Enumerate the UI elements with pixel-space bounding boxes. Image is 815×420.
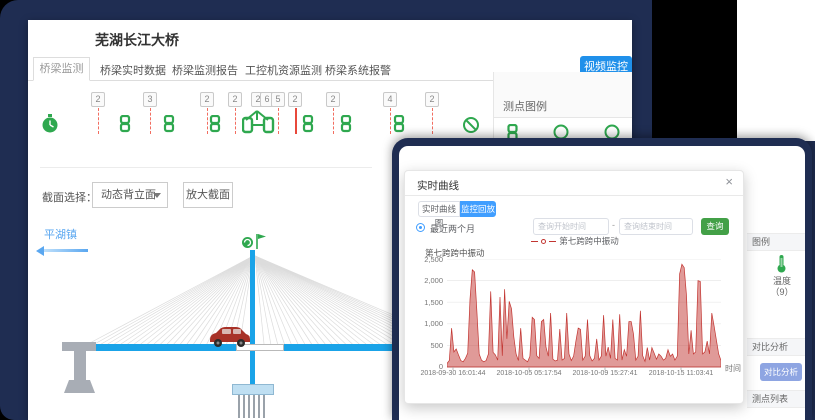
gps-icon[interactable] [241, 236, 254, 249]
sensor-drop-line [295, 108, 297, 134]
sensor-count-badge[interactable]: 2 [425, 92, 439, 107]
tab-ipc-resource-monitoring[interactable]: 工控机资源监测 [245, 62, 322, 78]
bridge-abutment [62, 340, 98, 396]
bridge-joint-icon[interactable] [242, 108, 276, 134]
compare-analysis-button[interactable]: 对比分析 [760, 363, 802, 381]
black-screen-region [652, 0, 737, 141]
chart-legend[interactable]: 第七跨跨中振动 [405, 235, 745, 247]
tab-bridge-monitoring[interactable]: 桥梁监测 [33, 57, 90, 81]
legend-circle-icon [541, 239, 546, 244]
sensor-drop-line [333, 108, 334, 134]
section-select[interactable]: 动态背立面 [92, 182, 168, 208]
sensor-drop-line [150, 108, 151, 134]
query-button[interactable]: 查询 [701, 218, 729, 235]
divider [40, 167, 372, 168]
legend-label: 第七跨跨中振动 [559, 235, 619, 247]
chain-link-icon[interactable] [302, 115, 314, 133]
sensor-count-badge[interactable]: 3 [143, 92, 157, 107]
background-window-fragment [737, 0, 815, 141]
pylon-piles [237, 395, 269, 418]
tab-bridge-system-alarm[interactable]: 桥梁系统报警 [325, 62, 391, 78]
y-tick-label: 2,500 [405, 255, 443, 264]
chain-link-icon[interactable] [163, 115, 175, 133]
sensor-drop-line [432, 108, 433, 134]
x-axis-label: 时间 [725, 363, 741, 374]
temperature-count: （9） [760, 285, 804, 298]
ban-icon[interactable] [462, 116, 480, 134]
legend-panel-header: 测点图例 [494, 72, 632, 118]
sensor-drop-line [207, 108, 208, 134]
section-select-label: 截面选择： [42, 189, 97, 205]
y-tick-label: 2,000 [405, 276, 443, 285]
pylon-cap [232, 384, 274, 395]
section-select-value: 动态背立面 [101, 189, 156, 201]
sensor-count-badge[interactable]: 2 [91, 92, 105, 107]
last-two-months-radio[interactable] [416, 223, 425, 232]
chain-link-icon[interactable] [119, 115, 131, 133]
tab-realtime-curve-chart[interactable]: 实时曲线图 [418, 201, 460, 217]
zoom-section-button[interactable]: 放大截面 [183, 182, 233, 208]
query-start-time-input[interactable] [533, 218, 609, 235]
tab-monitoring-playback[interactable]: 监控回放 [460, 201, 496, 217]
sensor-count-badge[interactable]: 2 [228, 92, 242, 107]
chain-link-icon[interactable] [393, 115, 405, 133]
vibration-chart [447, 259, 721, 367]
chain-link-icon[interactable] [209, 115, 221, 133]
sensor-count-badge[interactable]: 2 [288, 92, 302, 107]
thermometer-icon[interactable] [775, 254, 788, 273]
x-tick-label: 2018-10-05 05:17:54 [493, 370, 565, 377]
tab-bridge-monitoring-report[interactable]: 桥梁监测报告 [172, 62, 238, 78]
sensor-count-badge[interactable]: 5 [271, 92, 285, 107]
bridge-pylon-lower [250, 351, 255, 385]
y-tick-label: 1,500 [405, 298, 443, 307]
x-tick-label: 2018-09-30 16:01:44 [417, 370, 489, 377]
legend-line [549, 241, 556, 242]
anemometer-icon[interactable] [255, 233, 267, 250]
tab-bridge-realtime-data[interactable]: 桥梁实时数据 [100, 62, 166, 78]
x-tick-label: 2018-10-15 11:03:41 [645, 370, 717, 377]
y-tick-label: 1,000 [405, 319, 443, 328]
sensor-count-badge[interactable]: 4 [383, 92, 397, 107]
legend-line [531, 241, 538, 242]
sensor-drop-line [98, 108, 99, 134]
close-icon[interactable]: × [725, 174, 733, 189]
sensor-drop-line [390, 108, 391, 134]
caret-down-icon [153, 193, 161, 198]
query-end-time-input[interactable] [619, 218, 693, 235]
sensor-drop-line [235, 108, 236, 134]
range-separator: - [612, 220, 615, 230]
sensor-count-badge[interactable]: 2 [200, 92, 214, 107]
page-title: 芜湖长江大桥 [95, 30, 179, 50]
y-tick-label: 500 [405, 341, 443, 350]
legend-panel-title: 测点图例 [503, 98, 547, 114]
sensor-drop-line [278, 108, 279, 134]
x-tick-label: 2018-10-09 15:27:41 [569, 370, 641, 377]
legend-section-header: 图例 [747, 233, 805, 251]
modal-header-divider [405, 195, 743, 196]
sensor-count-badge[interactable]: 2 [326, 92, 340, 107]
chain-link-icon[interactable] [340, 115, 352, 133]
modal-title: 实时曲线 [417, 178, 459, 193]
desktop-background: 芜湖长江大桥 桥梁监测 桥梁实时数据 桥梁监测报告 工控机资源监测 桥梁系统报警… [0, 0, 815, 420]
stopwatch-icon[interactable] [40, 112, 60, 134]
compare-section-header: 对比分析 [747, 338, 805, 356]
car-icon [206, 326, 252, 348]
point-list-section-header: 测点列表 [747, 390, 805, 408]
realtime-curve-modal: 实时曲线 × 实时曲线图 监控回放 最近两个月 - 查询 第七跨跨中振动 第七跨… [404, 170, 744, 404]
last-two-months-label: 最近两个月 [430, 222, 475, 235]
direction-arrow-head [36, 246, 44, 256]
